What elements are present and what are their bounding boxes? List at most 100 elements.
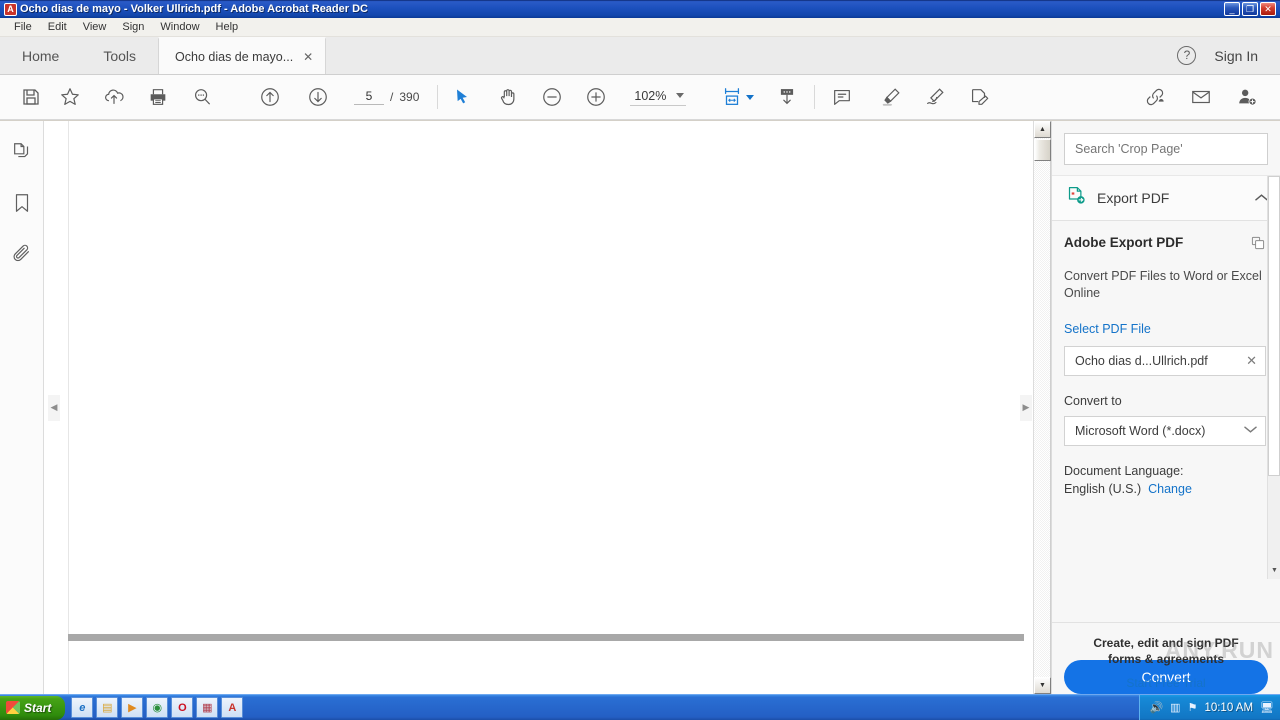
share-link-icon[interactable] xyxy=(1132,86,1178,108)
export-pdf-header[interactable]: Export PDF xyxy=(1052,175,1280,221)
file-explorer-icon[interactable]: ▤ xyxy=(96,697,119,718)
bookmark-icon[interactable] xyxy=(11,192,33,219)
page-total: 390 xyxy=(399,90,420,104)
acrobat-window: A Ocho dias de mayo - Volker Ullrich.pdf… xyxy=(0,0,1280,720)
copy-icon[interactable] xyxy=(1250,235,1266,256)
hand-icon[interactable] xyxy=(486,86,530,108)
menu-bar: File Edit View Sign Window Help xyxy=(0,18,1280,37)
attachment-icon[interactable] xyxy=(11,243,33,270)
panel-vertical-scrollbar[interactable]: ▲ ▼ xyxy=(1267,176,1280,579)
brand-title: Adobe Export PDF xyxy=(1064,235,1184,250)
scrollbar-thumb[interactable] xyxy=(1034,139,1051,161)
clock[interactable]: 10:10 AM xyxy=(1204,702,1253,714)
export-description: Convert PDF Files to Word or Excel Onlin… xyxy=(1064,269,1262,300)
acrobat-taskbar-icon[interactable]: A xyxy=(221,697,244,718)
media-player-icon[interactable]: ▶ xyxy=(121,697,144,718)
print-icon[interactable] xyxy=(136,86,180,108)
home-button[interactable]: Home xyxy=(0,37,82,74)
highlighter-icon[interactable] xyxy=(869,86,913,108)
selected-file-chip[interactable]: Ocho dias d...Ullrich.pdf ✕ xyxy=(1064,345,1266,376)
page-thumbnails-icon[interactable] xyxy=(11,141,33,168)
scroll-down-button[interactable]: ▼ xyxy=(1034,677,1051,694)
monitor-icon[interactable]: 🖥 xyxy=(1260,701,1274,714)
opera-icon[interactable]: O xyxy=(171,697,194,718)
workspace: ◀ ▶ ▲ ▼ Expor xyxy=(0,121,1280,694)
comment-icon[interactable] xyxy=(815,86,869,108)
close-icon[interactable]: ✕ xyxy=(303,50,313,64)
collapse-left-panel-button[interactable]: ◀ xyxy=(48,394,60,421)
page-number-input[interactable] xyxy=(354,89,384,105)
change-language-link[interactable]: Change xyxy=(1148,482,1192,496)
export-pdf-icon xyxy=(1066,185,1087,211)
acrobat-icon: A xyxy=(4,2,17,16)
flag-icon[interactable]: ⚑ xyxy=(1188,701,1198,714)
cloud-upload-icon[interactable] xyxy=(92,86,136,108)
arrow-down-circle-icon[interactable] xyxy=(294,86,342,108)
add-person-icon[interactable] xyxy=(1224,86,1270,108)
page-navigation: / 390 xyxy=(354,89,419,105)
app-icon[interactable]: ▦ xyxy=(196,697,219,718)
zoom-in-icon[interactable] xyxy=(574,86,618,108)
star-icon[interactable] xyxy=(48,86,92,108)
tab-strip-right: ? Sign In xyxy=(1177,37,1280,74)
start-button[interactable]: Start xyxy=(0,695,66,720)
chevron-down-icon[interactable] xyxy=(1244,425,1257,437)
promo-line-2: forms & agreements xyxy=(1107,652,1225,667)
start-label: Start xyxy=(24,700,52,715)
cursor-icon[interactable] xyxy=(438,87,486,107)
network-warning-icon[interactable]: ▥ xyxy=(1170,701,1180,714)
scroll-mode-icon[interactable] xyxy=(760,86,814,108)
tools-button[interactable]: Tools xyxy=(81,37,159,74)
window-title: Ocho dias de mayo - Volker Ullrich.pdf -… xyxy=(20,3,368,15)
fit-page-chevron-icon[interactable] xyxy=(746,94,755,100)
sign-pen-icon[interactable] xyxy=(913,86,957,108)
volume-icon[interactable]: 🔊 xyxy=(1149,701,1163,714)
zoom-level-selector[interactable]: 102% xyxy=(630,88,687,106)
chevron-down-icon[interactable] xyxy=(676,93,685,98)
pdf-page xyxy=(68,121,1024,694)
start-free-trial-link[interactable]: Start Free Trial xyxy=(1052,676,1280,690)
collapse-right-panel-button[interactable]: ▶ xyxy=(1020,394,1032,421)
search-icon[interactable] xyxy=(180,86,224,108)
menu-item-sign[interactable]: Sign xyxy=(114,19,152,35)
menu-item-window[interactable]: Window xyxy=(152,19,207,35)
chrome-icon[interactable]: ◉ xyxy=(146,697,169,718)
search-input[interactable] xyxy=(1064,133,1268,165)
fill-sign-icon[interactable] xyxy=(957,86,1001,108)
menu-item-file[interactable]: File xyxy=(6,19,40,35)
zoom-out-icon[interactable] xyxy=(530,86,574,108)
menu-item-help[interactable]: Help xyxy=(208,19,247,35)
page-boundary-separator xyxy=(68,634,1024,641)
scroll-up-button[interactable]: ▲ xyxy=(1034,121,1051,138)
arrow-up-circle-icon[interactable] xyxy=(246,86,294,108)
sign-in-button[interactable]: Sign In xyxy=(1214,48,1258,64)
right-tools-panel: Export PDF Adobe Export PDF Convert PDF … xyxy=(1051,121,1280,694)
remove-file-icon[interactable]: ✕ xyxy=(1246,353,1257,369)
close-button[interactable]: ✕ xyxy=(1260,2,1276,16)
restore-button[interactable]: ❐ xyxy=(1242,2,1258,16)
internet-explorer-icon[interactable]: e xyxy=(71,697,94,718)
document-tab[interactable]: Ocho dias de mayo... ✕ xyxy=(158,37,327,74)
brand-row: Adobe Export PDF xyxy=(1064,235,1266,256)
panel-scroll-down-icon[interactable]: ▼ xyxy=(1268,567,1280,579)
email-icon[interactable] xyxy=(1178,86,1224,108)
main-toolbar: / 390 102% xyxy=(0,75,1280,120)
selected-file-name: Ocho dias d...Ullrich.pdf xyxy=(1075,353,1208,368)
minimize-button[interactable]: _ xyxy=(1224,2,1240,16)
document-vertical-scrollbar[interactable]: ▲ ▼ xyxy=(1033,121,1051,694)
menu-item-edit[interactable]: Edit xyxy=(40,19,75,35)
title-bar: A Ocho dias de mayo - Volker Ullrich.pdf… xyxy=(0,0,1280,18)
menu-item-view[interactable]: View xyxy=(75,19,115,35)
document-language-label: Document Language: xyxy=(1064,463,1184,478)
panel-scrollbar-thumb[interactable] xyxy=(1268,176,1280,476)
promo-line-1: Create, edit and sign PDF xyxy=(1093,636,1239,650)
help-icon[interactable]: ? xyxy=(1177,46,1197,65)
zoom-level-value: 102% xyxy=(634,88,667,103)
save-icon[interactable] xyxy=(14,87,48,107)
window-controls: _ ❐ ✕ xyxy=(1224,2,1278,16)
left-navigation-rail xyxy=(0,121,44,694)
quick-launch-bar: e ▤ ▶ ◉ O ▦ A xyxy=(71,697,244,718)
select-pdf-file-link[interactable]: Select PDF File xyxy=(1064,322,1266,336)
convert-to-select[interactable]: Microsoft Word (*.docx) xyxy=(1064,415,1266,446)
export-pdf-body: Adobe Export PDF Convert PDF Files to Wo… xyxy=(1052,221,1280,624)
